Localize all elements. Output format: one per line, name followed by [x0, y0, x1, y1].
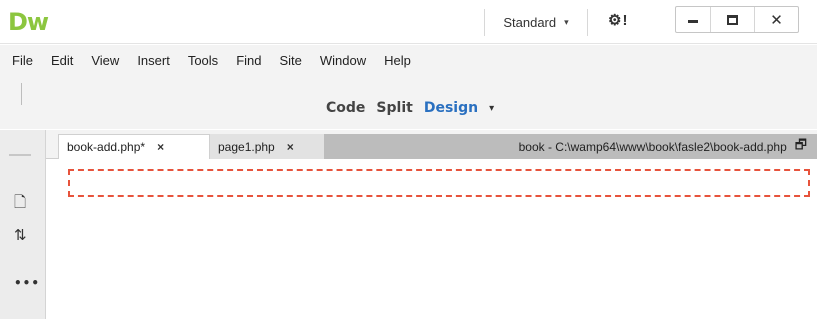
document-tab-bar: book-add.php* × page1.php × book - C:\wa… — [46, 130, 817, 159]
minimize-icon — [688, 20, 698, 23]
menu-view[interactable]: View — [82, 53, 128, 68]
menu-site[interactable]: Site — [270, 53, 310, 68]
minimize-button[interactable] — [676, 7, 710, 32]
window-controls: ✕ — [675, 6, 799, 33]
close-button[interactable]: ✕ — [754, 7, 798, 32]
chevron-down-icon[interactable]: ▾ — [489, 103, 494, 114]
close-icon: ✕ — [770, 10, 783, 29]
menu-help[interactable]: Help — [375, 53, 420, 68]
view-switcher: Code Split Design ▾ — [326, 100, 505, 116]
code-view-button[interactable]: Code — [326, 100, 365, 116]
title-bar: Dw Standard ▾ ⚙! ✕ — [0, 0, 817, 44]
tab-label: page1.php — [218, 139, 275, 154]
panel-grip[interactable] — [9, 154, 31, 156]
file-path-bar: book - C:\wamp64\www\book\fasle2\book-ad… — [324, 134, 817, 159]
chevron-down-icon: ▾ — [564, 17, 569, 27]
menu-insert[interactable]: Insert — [128, 53, 179, 68]
sort-icon[interactable]: ⇅ — [14, 226, 27, 244]
menu-window[interactable]: Window — [311, 53, 375, 68]
maximize-button[interactable] — [710, 7, 754, 32]
left-tool-panel: 🗋 ⇅ ••• — [0, 130, 46, 319]
more-icon[interactable]: ••• — [14, 276, 40, 290]
workspace-switcher[interactable]: Standard ▾ — [484, 9, 588, 36]
menu-bar: File Edit View Insert Tools Find Site Wi… — [0, 45, 817, 75]
menu-find[interactable]: Find — [227, 53, 270, 68]
design-view-button[interactable]: Design — [424, 100, 478, 116]
menu-edit[interactable]: Edit — [42, 53, 82, 68]
split-view-button[interactable]: Split — [376, 100, 412, 116]
tab-label: book-add.php* — [67, 140, 146, 154]
design-canvas[interactable] — [47, 160, 817, 319]
toolbar-divider — [21, 83, 22, 105]
tab-book-add[interactable]: book-add.php* × — [58, 134, 210, 159]
document-toolbar: Code Split Design ▾ — [0, 75, 817, 129]
menu-tools[interactable]: Tools — [179, 53, 227, 68]
restore-window-icon[interactable]: 🗗 — [795, 136, 807, 158]
file-path: book - C:\wamp64\www\book\fasle2\book-ad… — [518, 139, 787, 154]
menu-file[interactable]: File — [3, 53, 42, 68]
dreamweaver-logo: Dw — [8, 8, 49, 36]
gear-icon[interactable]: ⚙! — [608, 11, 628, 29]
tab-page1[interactable]: page1.php × — [210, 134, 324, 159]
close-icon[interactable]: × — [157, 140, 164, 154]
form-outline[interactable] — [68, 169, 810, 197]
file-icon[interactable]: 🗋 — [14, 192, 26, 217]
workspace-label: Standard — [503, 15, 557, 30]
maximize-icon — [727, 14, 738, 25]
close-icon[interactable]: × — [287, 140, 294, 154]
